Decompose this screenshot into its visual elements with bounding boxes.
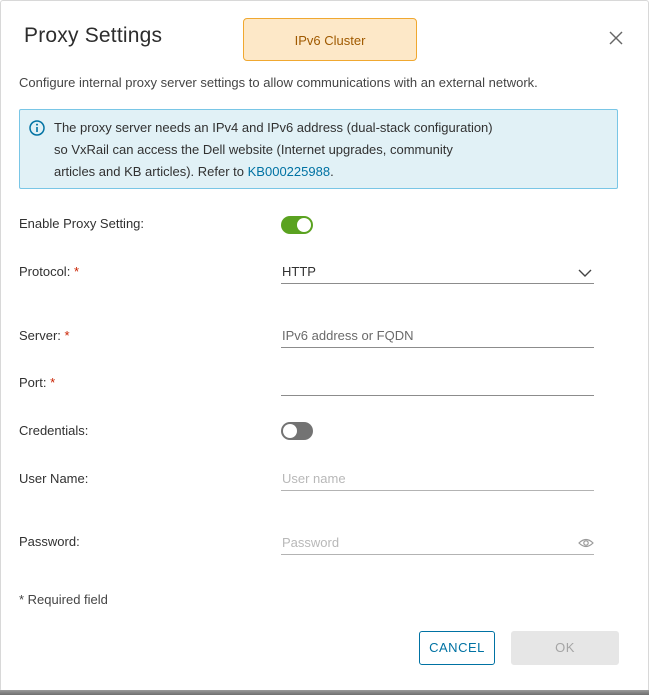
port-input[interactable] <box>281 374 594 396</box>
server-label: Server: * <box>19 328 70 343</box>
port-label: Port: * <box>19 375 55 390</box>
info-line-3-suffix: . <box>330 164 334 179</box>
protocol-select[interactable]: HTTP <box>281 262 594 284</box>
window-bottom-edge <box>0 690 649 695</box>
proxy-settings-dialog: Proxy Settings IPv6 Cluster Configure in… <box>0 0 649 692</box>
username-placeholder: User name <box>282 471 346 486</box>
cluster-type-tag: IPv6 Cluster <box>243 18 417 61</box>
dialog-title: Proxy Settings <box>24 24 163 47</box>
server-input[interactable]: IPv6 address or FQDN <box>281 326 594 348</box>
dialog-description: Configure internal proxy server settings… <box>19 75 538 90</box>
enable-proxy-toggle[interactable] <box>281 216 313 234</box>
password-label: Password: <box>19 534 80 549</box>
chevron-down-icon <box>578 266 592 277</box>
protocol-label-text: Protocol: <box>19 264 71 279</box>
server-placeholder: IPv6 address or FQDN <box>282 328 414 343</box>
required-field-note: * Required field <box>19 592 108 607</box>
info-circle-icon <box>29 120 45 136</box>
username-input[interactable]: User name <box>281 469 594 491</box>
required-marker: * <box>64 328 70 343</box>
protocol-label: Protocol: * <box>19 264 79 279</box>
kb-article-link[interactable]: KB000225988 <box>248 164 330 179</box>
port-label-text: Port: <box>19 375 47 390</box>
required-marker: * <box>73 264 79 279</box>
info-line-3-prefix: articles and KB articles). Refer to <box>54 164 248 179</box>
enable-proxy-label: Enable Proxy Setting: <box>19 216 145 231</box>
close-icon[interactable] <box>605 27 627 49</box>
eye-icon[interactable] <box>578 537 594 549</box>
info-line-3: articles and KB articles). Refer to KB00… <box>54 161 594 183</box>
password-placeholder: Password <box>282 535 340 550</box>
server-label-text: Server: <box>19 328 61 343</box>
info-alert: The proxy server needs an IPv4 and IPv6 … <box>19 109 618 189</box>
toggle-knob <box>297 218 311 232</box>
credentials-toggle[interactable] <box>281 422 313 440</box>
toggle-knob <box>283 424 297 438</box>
credentials-label: Credentials: <box>19 423 89 438</box>
info-line-2: so VxRail can access the Dell website (I… <box>54 142 453 157</box>
required-marker: * <box>50 375 56 390</box>
cancel-button[interactable]: CANCEL <box>419 631 495 665</box>
username-label: User Name: <box>19 471 89 486</box>
info-line-1: The proxy server needs an IPv4 and IPv6 … <box>54 120 493 135</box>
ok-button[interactable]: OK <box>511 631 619 665</box>
password-input[interactable]: Password <box>281 533 594 555</box>
protocol-value: HTTP <box>282 264 316 279</box>
